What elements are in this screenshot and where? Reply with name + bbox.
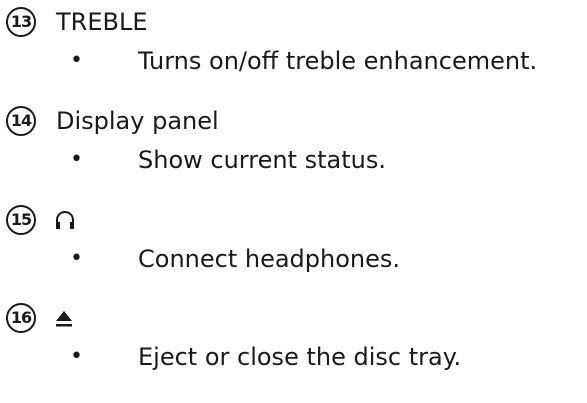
item-number-badge: 16 <box>6 303 36 333</box>
item-number-badge: 13 <box>6 7 36 37</box>
item-title: Display panel <box>56 107 219 135</box>
item-description: Eject or close the disc tray. <box>138 343 462 371</box>
bullet-row: • Show current status. <box>0 144 587 176</box>
item-heading: 15 <box>6 202 76 238</box>
item-description: Connect headphones. <box>138 245 401 273</box>
bullet: • <box>70 246 83 271</box>
bullet-row: • Turns on/off treble enhancement. <box>0 45 587 77</box>
item-description: Turns on/off treble enhancement. <box>138 47 538 75</box>
item-description: Show current status. <box>138 146 386 174</box>
item-heading: 16 <box>6 300 74 336</box>
bullet-row: • Eject or close the disc tray. <box>0 341 587 373</box>
headphones-icon <box>54 210 76 230</box>
item-heading: 14 Display panel <box>6 103 219 139</box>
item-heading: 13 TREBLE <box>6 4 148 40</box>
item-title: TREBLE <box>56 8 148 36</box>
eject-icon <box>54 308 74 328</box>
item-number-badge: 15 <box>6 205 36 235</box>
item-number-badge: 14 <box>6 106 36 136</box>
bullet-row: • Connect headphones. <box>0 243 587 275</box>
bullet: • <box>70 344 83 369</box>
bullet: • <box>70 48 83 73</box>
bullet: • <box>70 147 83 172</box>
